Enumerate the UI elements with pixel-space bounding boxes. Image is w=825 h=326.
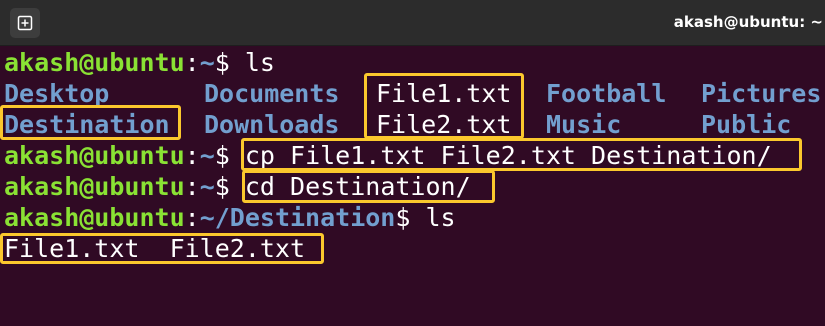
prompt-path: ~/Destination — [199, 203, 396, 232]
new-tab-button[interactable] — [10, 8, 40, 38]
prompt-dollar: $ — [395, 203, 426, 232]
prompt-path: ~ — [199, 141, 215, 170]
directory-entry: Downloads — [204, 110, 340, 139]
prompt-path: ~ — [199, 172, 215, 201]
directory-entry: Documents — [204, 79, 340, 108]
directory-entry: Pictures — [701, 79, 822, 108]
new-tab-icon — [17, 15, 33, 31]
highlight-box-cp-command — [241, 138, 802, 171]
highlight-box-files — [364, 73, 524, 139]
command-text: ls — [425, 203, 456, 232]
prompt-path: ~ — [199, 48, 215, 77]
directory-entry: Football — [546, 79, 667, 108]
prompt-separator: : — [184, 172, 200, 201]
highlight-box-destination — [0, 105, 181, 140]
command-text: ls — [244, 48, 275, 77]
highlight-box-cd-command — [242, 170, 495, 203]
prompt-user: akash@ubuntu — [4, 172, 185, 201]
prompt-dollar: $ — [214, 172, 245, 201]
title-bar: akash@ubuntu: ~ — [0, 0, 825, 46]
terminal-line: akash@ubuntu:~/Destination$ ls — [4, 202, 825, 233]
directory-entry: Public — [701, 110, 792, 139]
directory-entry: Music — [546, 110, 622, 139]
prompt-separator: : — [184, 48, 200, 77]
prompt-separator: : — [184, 141, 200, 170]
prompt-separator: : — [184, 203, 200, 232]
prompt-user: akash@ubuntu — [4, 141, 185, 170]
window-title: akash@ubuntu: ~ — [673, 13, 823, 31]
prompt-user: akash@ubuntu — [4, 48, 185, 77]
prompt-user: akash@ubuntu — [4, 203, 185, 232]
highlight-box-final-output — [0, 233, 324, 264]
prompt-dollar: $ — [214, 48, 245, 77]
